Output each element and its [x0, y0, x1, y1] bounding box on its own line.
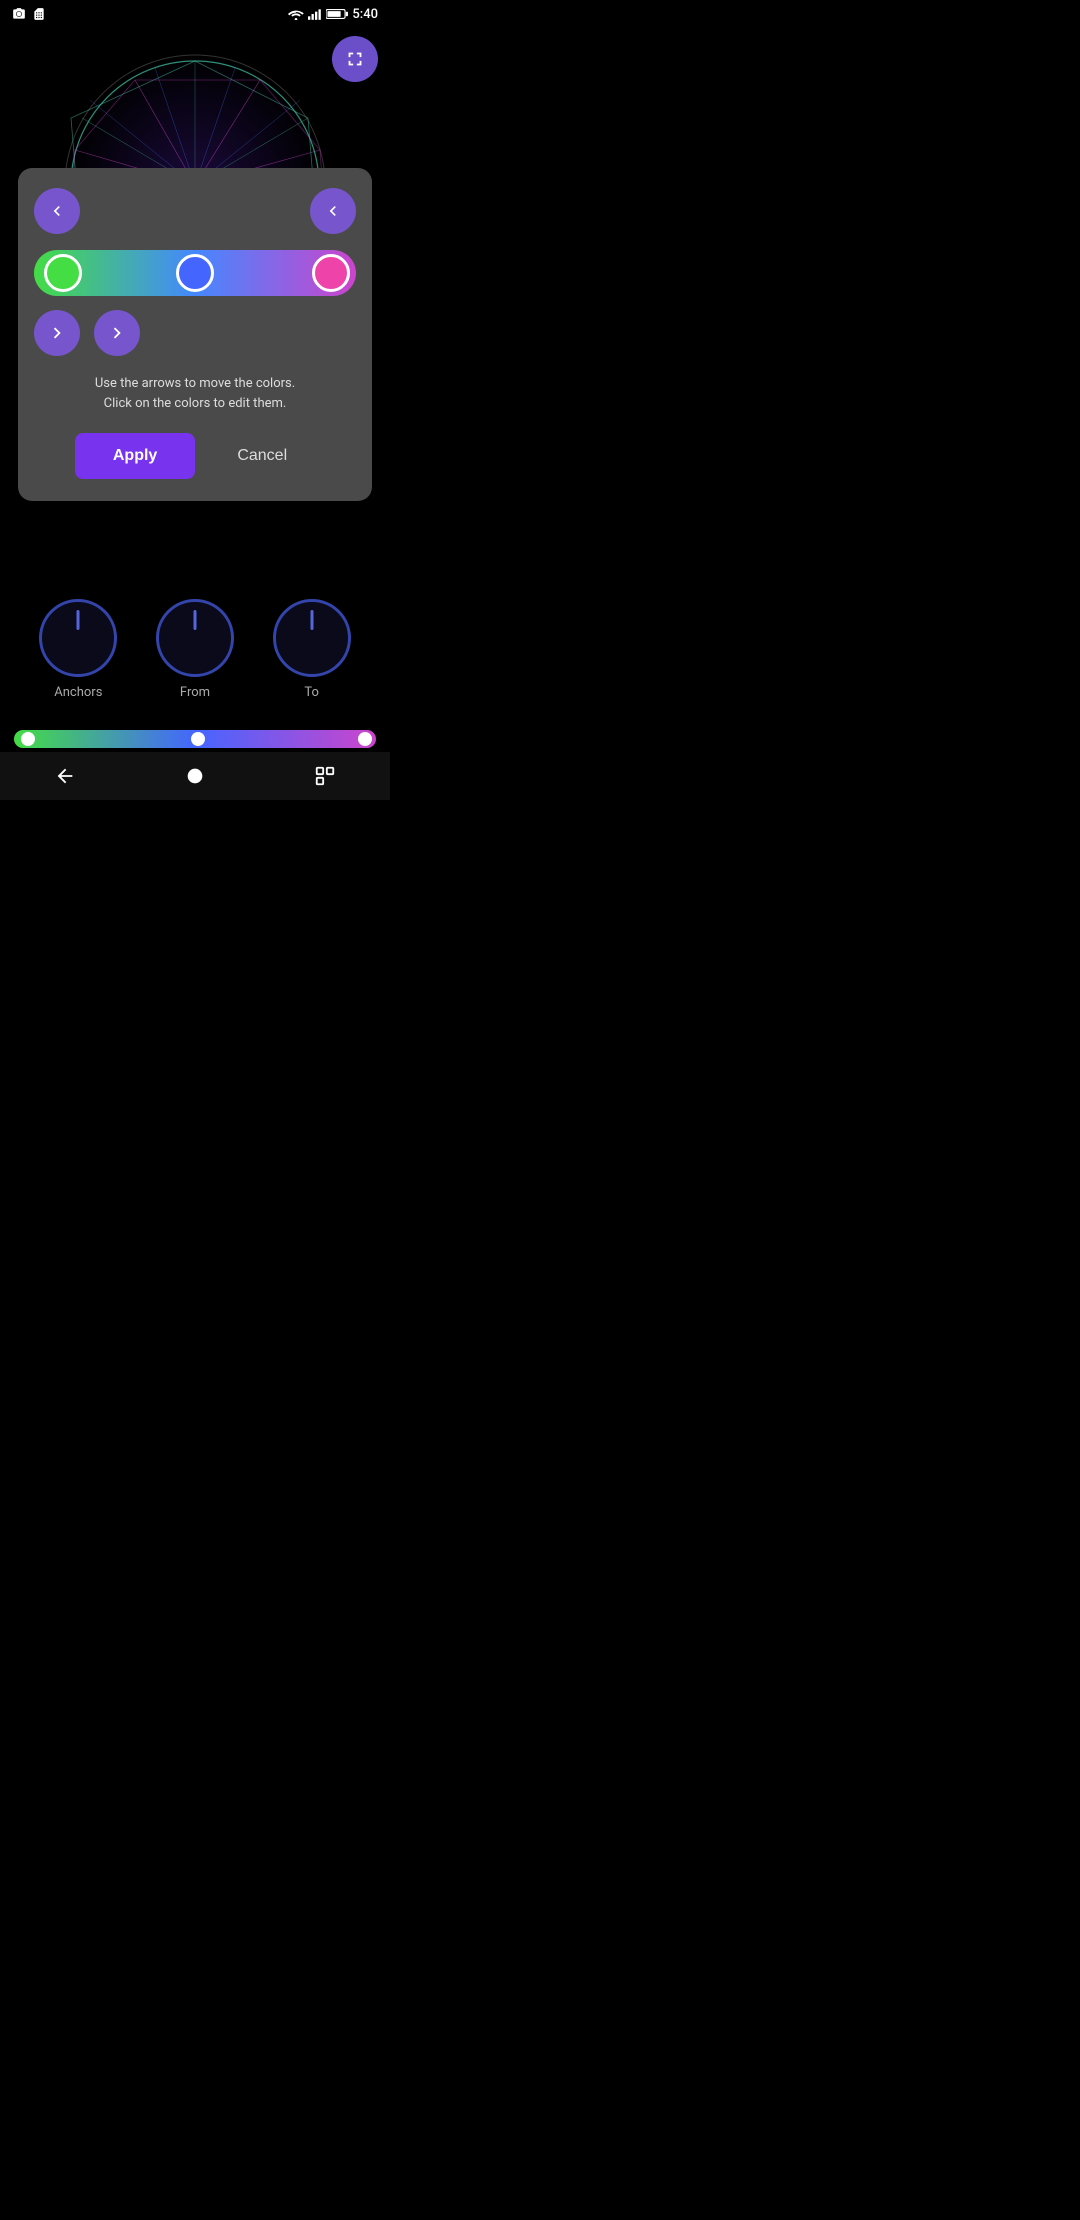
time-display: 5:40 [352, 7, 378, 22]
nav-back-button[interactable] [46, 757, 84, 795]
navigation-bar [0, 752, 390, 800]
slider-thumb-blue[interactable] [176, 254, 214, 292]
nav-home-icon [184, 765, 206, 787]
anchors-knob-indicator [77, 610, 80, 630]
to-label: To [304, 685, 319, 700]
modal-dialog: Use the arrows to move the colors. Click… [18, 168, 372, 501]
from-knob-item: From [156, 599, 234, 700]
slider-thumb-green[interactable] [44, 254, 82, 292]
anchors-label: Anchors [54, 685, 102, 700]
bottom-thumb-3[interactable] [358, 732, 372, 746]
left-arrow-icon [47, 201, 67, 221]
instruction-text: Use the arrows to move the colors. Click… [34, 374, 356, 413]
nav-recents-button[interactable] [306, 757, 344, 795]
to-knob-item: To [273, 599, 351, 700]
battery-icon [326, 8, 348, 20]
fullscreen-icon [344, 48, 366, 70]
bottom-controls: Anchors From To [0, 599, 390, 700]
modal-action-buttons: Apply Cancel [34, 433, 356, 479]
left-arrow-icon-2 [323, 201, 343, 221]
modal-prev-button[interactable] [34, 188, 80, 234]
nav-recents-icon [314, 765, 336, 787]
right-chevron-icon-1 [46, 322, 68, 344]
slider-thumb-pink[interactable] [312, 254, 350, 292]
signal-icon [308, 8, 322, 20]
status-bar-left-icons [12, 7, 46, 21]
status-bar-right: 5:40 [288, 7, 378, 22]
modal-top-arrows [34, 188, 356, 234]
instruction-line-2: Click on the colors to edit them. [34, 394, 356, 414]
camera-icon [12, 7, 26, 21]
arrow-button-center[interactable] [94, 310, 140, 356]
bottom-thumb-2[interactable] [191, 732, 205, 746]
wifi-icon [288, 8, 304, 20]
instruction-line-1: Use the arrows to move the colors. [34, 374, 356, 394]
color-slider-section[interactable] [34, 250, 356, 296]
from-knob[interactable] [156, 599, 234, 677]
from-knob-indicator [193, 610, 196, 630]
to-knob[interactable] [273, 599, 351, 677]
status-bar: 5:40 [0, 0, 390, 28]
fullscreen-button[interactable] [332, 36, 378, 82]
sim-icon [32, 7, 46, 21]
to-knob-indicator [310, 610, 313, 630]
anchors-knob[interactable] [39, 599, 117, 677]
anchors-knob-item: Anchors [39, 599, 117, 700]
modal-back-button[interactable] [310, 188, 356, 234]
color-arrows-row [34, 310, 356, 356]
bottom-thumb-1[interactable] [21, 732, 35, 746]
color-gradient-track[interactable] [34, 250, 356, 296]
arrow-button-left[interactable] [34, 310, 80, 356]
cancel-button[interactable]: Cancel [209, 433, 315, 479]
bottom-gradient-slider[interactable] [14, 730, 376, 748]
from-label: From [180, 685, 210, 700]
apply-button[interactable]: Apply [75, 433, 195, 479]
right-chevron-icon-2 [106, 322, 128, 344]
nav-home-button[interactable] [176, 757, 214, 795]
nav-back-icon [54, 765, 76, 787]
